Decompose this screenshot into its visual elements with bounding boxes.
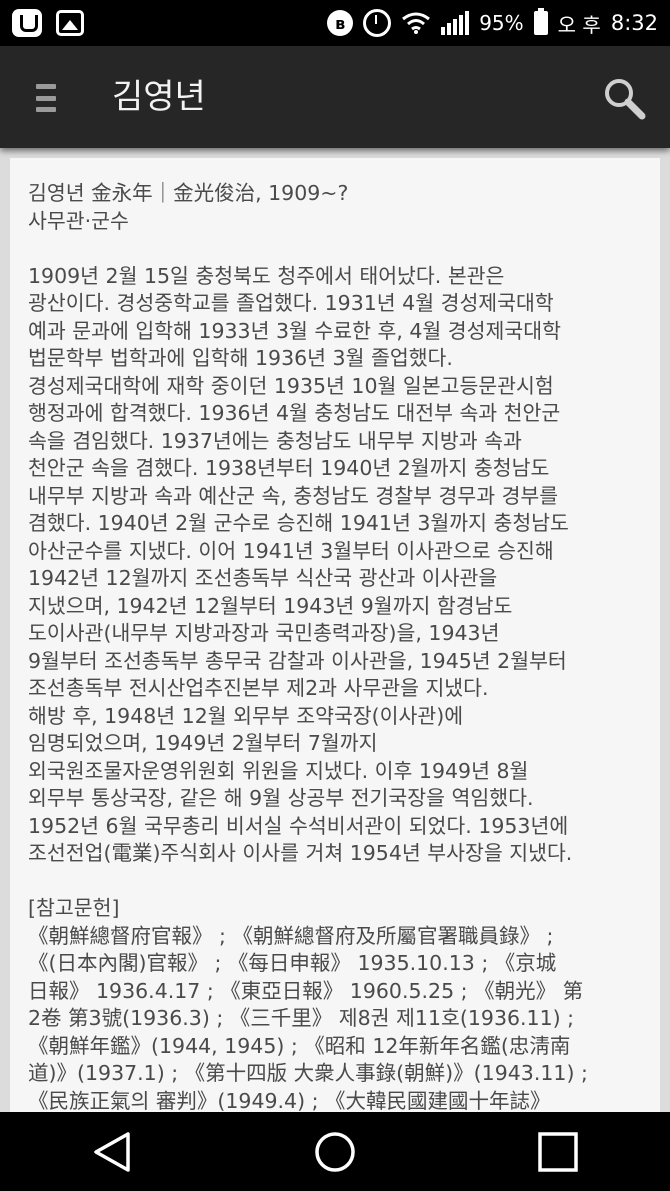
references-list: 《朝鮮總督府官報》 ; 《朝鮮總督府及所屬官署職員錄》 ; 《(日本內閣)官報》… <box>28 923 642 1113</box>
wifi-icon <box>402 12 431 34</box>
recents-square-icon <box>538 1131 579 1172</box>
body-line: 광산이다. 경성중학교를 졸업했다. 1931년 4월 경성제국대학 <box>28 291 554 315</box>
body-line: 외국원조물자운영위원회 위원을 지냈다. 이후 1949년 8월 <box>28 758 529 783</box>
body-line: 해방 후, 1948년 12월 외무부 조약국장(이사관)에 <box>28 703 464 728</box>
body-line: 예과 문과에 입학해 1933년 3월 수료한 후, 4월 경성제국대학 <box>28 318 561 343</box>
body-line: 내무부 지방과 속과 예산군 속, 충청남도 경찰부 경무과 경부를 <box>28 483 559 508</box>
page-title: 김영년 <box>112 77 206 117</box>
navigation-bar <box>0 1112 670 1191</box>
article-content: 김영년 金永年｜金光俊治, 1909~? 사무관·군수 1909년 2월 15일… <box>10 158 660 1112</box>
gallery-icon <box>56 10 84 36</box>
bluetooth-icon: ʙ <box>327 10 354 36</box>
body-line: 지냈으며, 1942년 12월부터 1943년 9월까지 함경남도 <box>28 593 513 618</box>
article-subheading: 사무관·군수 <box>28 208 129 233</box>
body-line: 1909년 2월 15일 충청북도 청주에서 태어났다. 본관은 <box>28 263 505 288</box>
body-line: 외무부 통상국장, 같은 해 9월 상공부 전기국장을 역임했다. <box>28 786 534 810</box>
reference-line: 《朝鮮總督府官報》 ; 《朝鮮總督府及所屬官署職員錄》 ; <box>28 923 554 948</box>
battery-icon <box>533 8 548 35</box>
body-line: 속을 겸임했다. 1937년에는 충청남도 내무부 지방과 속과 <box>28 428 522 453</box>
body-line: 임명되었으며, 1949년 2월부터 7월까지 <box>28 731 378 755</box>
signal-icon <box>441 11 470 35</box>
reference-line: 《朝鮮年鑑》(1944, 1945) ; 《昭和 12年新年名鑑(忠淸南 <box>28 1033 571 1058</box>
body-line: 조선총독부 전시산업추진본부 제2과 사무관을 지냈다. <box>28 676 489 700</box>
body-line: 아산군수를 지냈다. 이어 1941년 3월부터 이사관으로 승진해 <box>28 538 554 563</box>
body-line: 겸했다. 1940년 2월 군수로 승진해 1941년 3월까지 충청남도 <box>28 511 569 535</box>
hamburger-menu-icon[interactable] <box>36 84 56 112</box>
back-button[interactable] <box>82 1122 142 1182</box>
article-body: 1909년 2월 15일 충청북도 청주에서 태어났다. 본관은 광산이다. 경… <box>28 263 642 868</box>
search-icon[interactable] <box>602 76 646 120</box>
app-icon <box>12 9 42 37</box>
body-line: 9월부터 조선총독부 총무국 감찰과 이사관을, 1945년 2월부터 <box>28 648 567 673</box>
battery-percent: 95% <box>479 11 524 35</box>
back-triangle-icon <box>93 1131 130 1172</box>
home-circle-icon <box>315 1131 355 1172</box>
article-heading: 김영년 金永年｜金光俊治, 1909~? <box>28 181 349 205</box>
body-line: 도이사관(내무부 지방과장과 국민총력과장)을, 1943년 <box>28 621 500 645</box>
alarm-icon <box>363 9 392 37</box>
body-line: 경성제국대학에 재학 중이던 1935년 10월 일본고등문관시험 <box>28 373 554 398</box>
references-title: [참고문헌] <box>28 896 120 920</box>
reference-line: 《(日本內閣)官報》 ; 《每日申報》 1935.10.13 ; 《京城 <box>28 951 557 975</box>
reference-line: 《民族正氣의 審判》(1949.4) ; 《大韓民國建國十年誌》 <box>28 1088 551 1113</box>
body-line: 법문학부 법학과에 입학해 1936년 3월 졸업했다. <box>28 346 453 370</box>
body-line: 행정과에 합격했다. 1936년 4월 충청남도 대전부 속과 천안군 <box>28 401 561 425</box>
recents-button[interactable] <box>528 1122 588 1182</box>
body-line: 1952년 6월 국무총리 비서실 수석비서관이 되었다. 1953년에 <box>28 813 569 838</box>
app-bar: 김영년 <box>0 46 670 148</box>
status-bar: ʙ 95% 오 후 8:32 <box>0 0 670 46</box>
reference-line: 日報》 1936.4.17 ; 《東亞日報》 1960.5.25 ; 《朝光》 … <box>28 978 584 1003</box>
body-line: 조선전업(電業)주식회사 이사를 거쳐 1954년 부사장을 지냈다. <box>28 841 573 865</box>
ampm-label: 오 후 <box>557 12 601 37</box>
reference-line: 道)》(1937.1) ; 《第十四版 大衆人事錄(朝鮮)》(1943.11) … <box>28 1061 588 1085</box>
body-line: 1942년 12월까지 조선총독부 식산국 광산과 이사관을 <box>28 566 498 590</box>
clock-time: 8:32 <box>610 11 658 35</box>
body-line: 천안군 속을 겸했다. 1938년부터 1940년 2월까지 충청남도 <box>28 456 550 480</box>
reference-line: 2卷 第3號(1936.3) ; 《三千里》 제8권 제11호(1936.11)… <box>28 1006 575 1030</box>
home-button[interactable] <box>305 1122 365 1182</box>
